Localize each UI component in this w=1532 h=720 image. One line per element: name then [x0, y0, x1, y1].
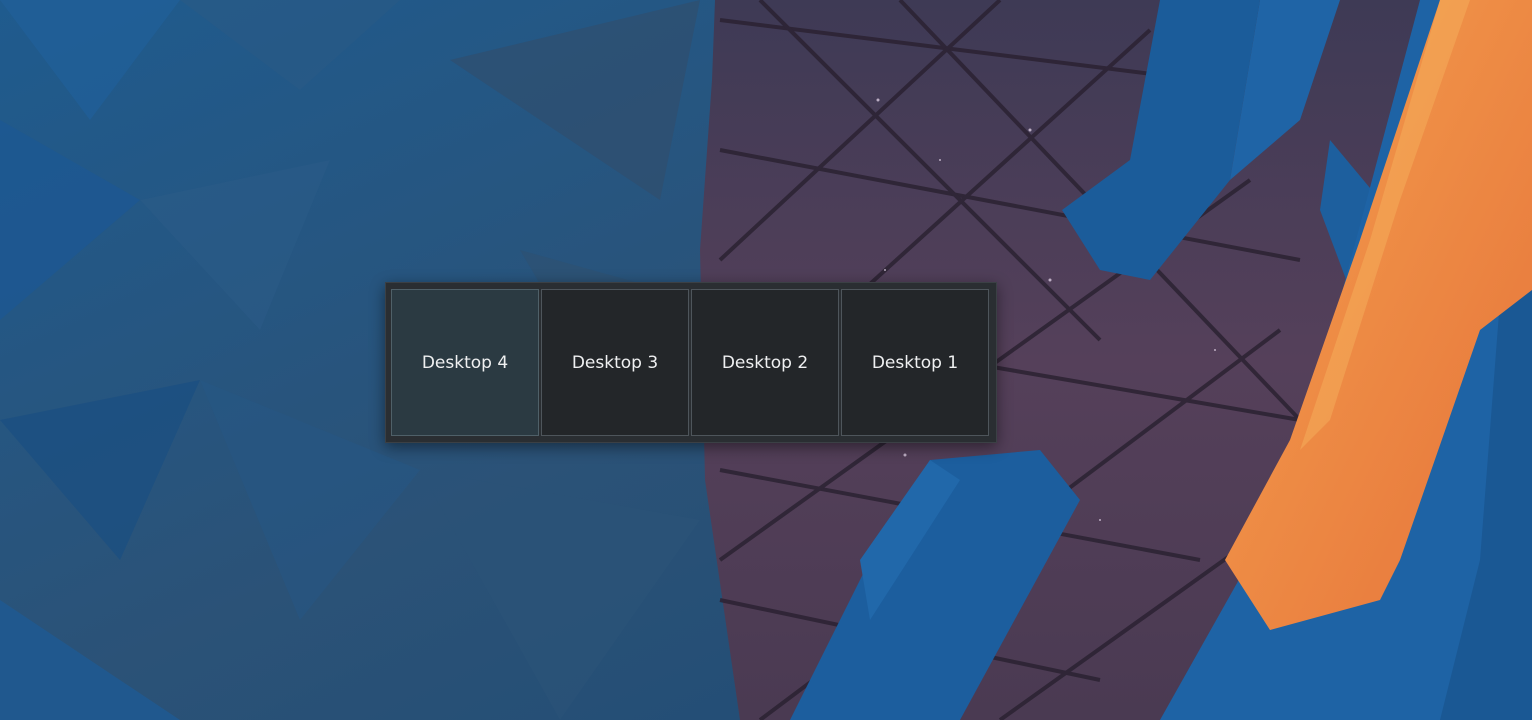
- desktop-tile-4[interactable]: Desktop 4: [391, 289, 539, 436]
- virtual-desktop-switcher: Desktop 4 Desktop 3 Desktop 2 Desktop 1: [385, 282, 997, 443]
- desktop-list: Desktop 4 Desktop 3 Desktop 2 Desktop 1: [391, 289, 991, 436]
- desktop-tile-3[interactable]: Desktop 3: [541, 289, 689, 436]
- desktop: Desktop 4 Desktop 3 Desktop 2 Desktop 1: [0, 0, 1532, 720]
- desktop-tile-2[interactable]: Desktop 2: [691, 289, 839, 436]
- desktop-tile-1[interactable]: Desktop 1: [841, 289, 989, 436]
